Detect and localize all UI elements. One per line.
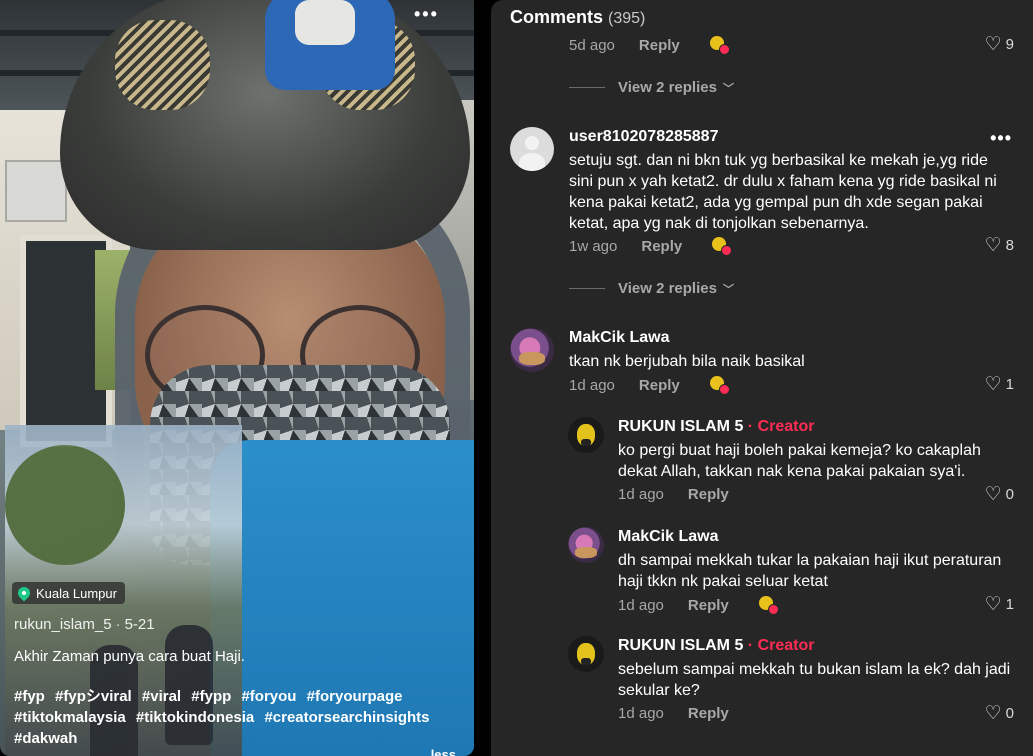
reply-button[interactable]: Reply (639, 377, 680, 394)
hashtag[interactable]: #dakwah (14, 730, 77, 747)
avatar[interactable] (568, 636, 604, 672)
comment-time: 5d ago (569, 36, 615, 54)
heart-icon: ♡ (984, 484, 1002, 505)
avatar[interactable] (568, 527, 604, 563)
hashtag[interactable]: #fyp (14, 688, 45, 705)
heart-icon: ♡ (984, 703, 1002, 724)
comment-more-options-icon[interactable]: ••• (990, 128, 1012, 149)
reply-button[interactable]: Reply (639, 37, 680, 54)
reply-text: ko pergi buat haji boleh pakai kemeja? k… (618, 442, 981, 480)
inset-tree (5, 445, 125, 565)
like-count: 0 (1005, 486, 1014, 503)
hashtag[interactable]: #creatorsearchinsights (264, 709, 429, 726)
like-button[interactable]: ♡ 8 (985, 236, 1014, 255)
creator-liked-icon (758, 596, 779, 615)
reply-username[interactable]: RUKUN ISLAM 5 (618, 637, 743, 654)
reply-button[interactable]: Reply (688, 705, 729, 722)
comment-username[interactable]: user8102078285887 (569, 128, 718, 146)
location-label: Kuala Lumpur (36, 585, 117, 601)
video-more-options-icon[interactable]: ••• (414, 4, 439, 25)
reply-time: 1d ago (618, 596, 664, 614)
reply-meta: 1d ago Reply (618, 596, 779, 615)
reply-username-line: RUKUN ISLAM 5 · Creator (618, 637, 814, 655)
heart-icon: ♡ (984, 235, 1002, 256)
video-author-line: rukun_islam_5 · 5-21 (14, 616, 155, 633)
hashtag[interactable]: #foryourpage (307, 688, 403, 705)
like-count: 0 (1005, 705, 1014, 722)
comment-username[interactable]: MakCik Lawa (569, 329, 669, 347)
comment-meta: 1w ago Reply (569, 237, 733, 256)
hashtag[interactable]: #viral (142, 688, 181, 705)
hashtag[interactable]: #tiktokmalaysia (14, 709, 126, 726)
comment-text: tkan nk berjubah bila naik basikal (569, 353, 805, 370)
creator-badge: · Creator (747, 637, 815, 654)
reply-meta: 1d ago Reply (618, 705, 729, 722)
like-count: 9 (1005, 36, 1014, 53)
heart-icon: ♡ (984, 34, 1002, 55)
like-count: 1 (1005, 376, 1014, 393)
like-count: 8 (1005, 237, 1014, 254)
view-replies-button[interactable]: View 2 replies ﹀ (569, 280, 734, 297)
video-player[interactable]: ••• Kuala Lumpur rukun_islam_5 · 5-21 Akhi… (0, 0, 474, 756)
chevron-down-icon: ﹀ (722, 283, 734, 296)
comment-meta: 5d ago Reply (569, 36, 730, 55)
comment-time: 1w ago (569, 237, 618, 255)
reply-time: 1d ago (618, 705, 664, 722)
reply-username[interactable]: RUKUN ISLAM 5 (618, 418, 743, 435)
reply-button[interactable]: Reply (688, 486, 729, 503)
video-frame-ac-unit (5, 160, 67, 222)
comment-time: 1d ago (569, 376, 615, 394)
heart-icon: ♡ (984, 374, 1002, 395)
reply-button[interactable]: Reply (688, 597, 729, 614)
creator-liked-icon (709, 36, 730, 55)
comments-header: Comments (395) (510, 7, 645, 28)
divider-line (569, 288, 605, 289)
comments-title: Comments (510, 7, 604, 27)
heart-icon: ♡ (984, 594, 1002, 615)
reply-text: dh sampai mekkah tukar la pakaian haji i… (618, 552, 1002, 590)
chevron-down-icon: ﹀ (722, 82, 734, 95)
reply-username-line: RUKUN ISLAM 5 · Creator (618, 418, 814, 436)
location-tag[interactable]: Kuala Lumpur (12, 582, 125, 604)
like-button[interactable]: ♡ 0 (985, 485, 1014, 504)
creator-badge: · Creator (747, 418, 815, 435)
comments-count: (395) (608, 10, 646, 27)
view-replies-label: View 2 replies (618, 280, 717, 297)
caption-less-toggle[interactable]: less (431, 747, 456, 756)
like-button[interactable]: ♡ 1 (985, 375, 1014, 394)
video-author[interactable]: rukun_islam_5 (14, 616, 112, 633)
creator-liked-icon (709, 376, 730, 395)
comments-panel: Comments (395) 5d ago Reply ♡ 9 View 2 r… (491, 0, 1033, 756)
video-frame-helmet (60, 0, 470, 250)
hashtag[interactable]: #fypp (191, 688, 231, 705)
comment-meta: 1d ago Reply (569, 376, 730, 395)
avatar[interactable] (568, 417, 604, 453)
comment-text: setuju sgt. dan ni bkn tuk yg berbasikal… (569, 152, 997, 232)
reply-button[interactable]: Reply (641, 238, 682, 255)
like-button[interactable]: ♡ 1 (985, 595, 1014, 614)
avatar[interactable] (510, 127, 554, 171)
location-pin-icon (15, 584, 33, 602)
view-replies-label: View 2 replies (618, 79, 717, 96)
creator-liked-icon (712, 237, 733, 256)
helmet-pad (295, 0, 355, 45)
reply-text: sebelum sampai mekkah tu bukan islam la … (618, 661, 1011, 699)
video-date: 5-21 (124, 616, 155, 633)
divider-line (569, 87, 605, 88)
hashtag[interactable]: #foryou (241, 688, 296, 705)
hashtag[interactable]: #tiktokindonesia (136, 709, 254, 726)
like-count: 1 (1005, 596, 1014, 613)
view-replies-button[interactable]: View 2 replies ﹀ (569, 79, 734, 96)
helmet-stripe (115, 20, 210, 110)
like-button[interactable]: ♡ 0 (985, 704, 1014, 723)
avatar[interactable] (510, 328, 554, 372)
reply-time: 1d ago (618, 486, 664, 503)
video-caption: Akhir Zaman punya cara buat Haji. (14, 648, 245, 665)
reply-meta: 1d ago Reply (618, 486, 729, 503)
hashtag-list: #fyp #fypシviral #viral #fypp #foryou #fo… (14, 686, 464, 749)
hashtag[interactable]: #fypシviral (55, 688, 132, 705)
like-button[interactable]: ♡ 9 (985, 35, 1014, 54)
reply-username[interactable]: MakCik Lawa (618, 528, 718, 546)
